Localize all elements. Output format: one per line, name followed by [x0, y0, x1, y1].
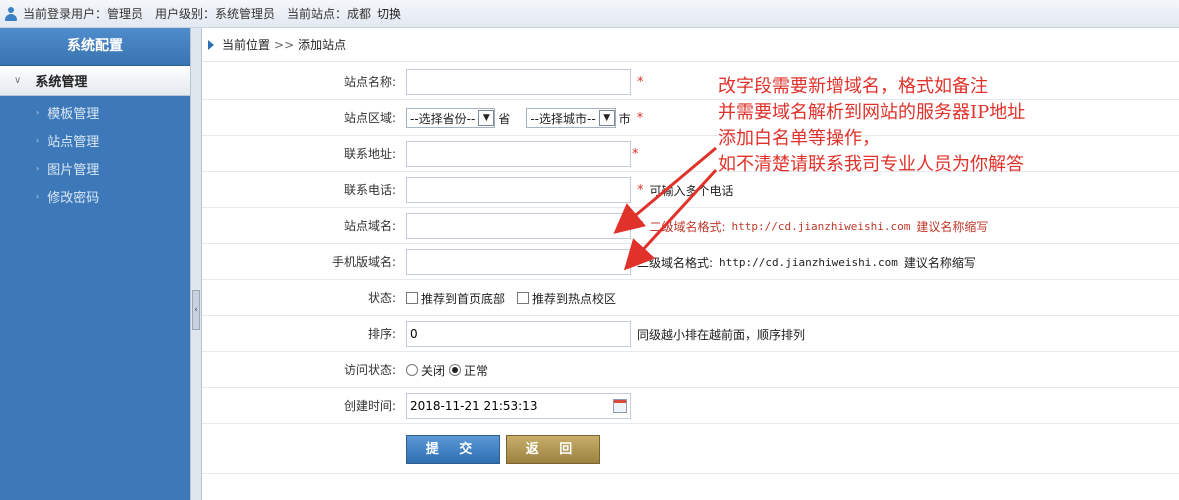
arrow-right-icon: ›: [36, 107, 40, 117]
row-mobile-domain: 手机版域名: 二级域名格式: http://cd.jianzhiweishi.c…: [202, 244, 1179, 280]
created-time-label: 创建时间:: [343, 399, 396, 413]
row-site-domain: 站点域名: * 二级域名格式: http://cd.jianzhiweishi.…: [202, 208, 1179, 244]
sidebar-group-label: 系统管理: [35, 75, 88, 90]
site-region-label: 站点区域:: [343, 111, 396, 125]
row-created-time: 创建时间:: [202, 388, 1179, 424]
annotation-line: 并需要域名解析到网站的服务器IP地址: [718, 102, 1026, 123]
city-select[interactable]: --选择城市-- ▼: [526, 108, 616, 128]
created-time-input[interactable]: [406, 393, 631, 419]
status-label: 状态:: [367, 291, 396, 305]
sidebar-item-password[interactable]: › 修改密码: [0, 182, 190, 210]
address-label: 联系地址:: [343, 147, 396, 161]
sidebar: 系统配置 ∨ 系统管理 › 模板管理 › 站点管理 › 图片管理 › 修改密码: [0, 28, 190, 500]
annotation-note: 改字段需要新增域名，格式如备注 并需要域名解析到网站的服务器IP地址 添加白名单…: [718, 74, 1025, 178]
radio-selected-dot: [452, 367, 459, 373]
province-select-value: --选择省份--: [410, 111, 476, 126]
mobile-domain-note-suffix: 建议名称缩写: [903, 255, 976, 270]
required-mark: *: [637, 74, 644, 90]
access-normal-radio[interactable]: [449, 364, 462, 376]
sidebar-item-images[interactable]: › 图片管理: [0, 154, 190, 182]
row-site-region: 站点区域: --选择省份-- ▼ 省 --选择城市-- ▼ 市 *: [202, 100, 1179, 136]
triangle-right-icon: [208, 39, 214, 50]
province-select[interactable]: --选择省份-- ▼: [406, 108, 496, 128]
site-domain-note-suffix: 建议名称缩写: [916, 219, 989, 234]
sidebar-item-label: 模板管理: [47, 106, 100, 122]
breadcrumb-separator: >>: [274, 37, 295, 52]
row-actions: 提 交 返 回: [202, 424, 1179, 474]
row-sort: 排序: 同级越小排在越前面，顺序排列: [202, 316, 1179, 352]
collapse-sidebar-icon[interactable]: ‹: [192, 290, 200, 330]
sidebar-item-sites[interactable]: › 站点管理: [0, 126, 190, 154]
site-name-input[interactable]: [406, 69, 631, 95]
user-level-text: 用户级别：系统管理员: [155, 7, 276, 21]
top-bar: 当前登录用户：管理员 用户级别：系统管理员 当前站点：成都 切换: [0, 0, 1179, 28]
recommend-hot-label[interactable]: 推荐到热点校区: [532, 290, 616, 307]
sidebar-item-label: 修改密码: [47, 190, 100, 206]
required-mark: *: [637, 182, 644, 198]
main-content: 当前位置 >> 添加站点 站点名称: * 站点区域: --选择省份-- ▼ 省 …: [202, 28, 1179, 500]
phone-input[interactable]: [406, 177, 631, 203]
required-mark: *: [637, 218, 644, 234]
back-button[interactable]: 返 回: [506, 434, 600, 464]
mobile-domain-note-url: http://cd.jianzhiweishi.com: [719, 255, 898, 269]
site-domain-note-url: http://cd.jianzhiweishi.com: [731, 219, 911, 233]
address-input[interactable]: [406, 141, 631, 167]
recommend-home-checkbox[interactable]: [406, 292, 418, 304]
annotation-line: 如不清楚请联系我司专业人员为你解答: [718, 154, 1024, 175]
city-unit: 市: [618, 111, 631, 126]
mobile-domain-note-prefix: 二级域名格式:: [637, 255, 714, 270]
recommend-home-label[interactable]: 推荐到首页底部: [421, 290, 505, 307]
site-domain-input[interactable]: [406, 213, 631, 239]
access-closed-radio[interactable]: [406, 364, 418, 376]
access-closed-label[interactable]: 关闭: [421, 362, 445, 379]
breadcrumb: 当前位置 >> 添加站点: [202, 28, 1179, 62]
switch-site-link[interactable]: 切换: [377, 5, 401, 22]
mobile-domain-label: 手机版域名:: [331, 255, 396, 269]
arrow-right-icon: ›: [36, 191, 40, 201]
chevron-down-icon: ▼: [598, 110, 615, 126]
access-normal-label[interactable]: 正常: [464, 362, 488, 379]
sort-note: 同级越小排在越前面，顺序排列: [637, 327, 806, 342]
annotation-line: 改字段需要新增域名，格式如备注: [718, 76, 988, 97]
sidebar-item-templates[interactable]: › 模板管理: [0, 98, 190, 126]
annotation-line: 添加白名单等操作，: [718, 128, 880, 149]
breadcrumb-current: 当前位置: [222, 38, 271, 52]
required-mark: *: [636, 110, 644, 126]
chevron-down-icon: ▼: [478, 110, 495, 126]
login-user-text: 当前登录用户：管理员: [23, 7, 144, 21]
submit-button[interactable]: 提 交: [406, 434, 500, 464]
site-domain-label: 站点域名:: [343, 219, 396, 233]
row-access-status: 访问状态: 关闭 正常: [202, 352, 1179, 388]
user-icon: [4, 6, 18, 21]
sort-input[interactable]: [406, 321, 631, 347]
phone-note: 可输入多个电话: [649, 183, 734, 198]
sidebar-splitter[interactable]: ‹: [190, 28, 202, 500]
arrow-right-icon: ›: [36, 135, 40, 145]
calendar-icon[interactable]: [613, 399, 627, 413]
site-domain-note-prefix: 二级域名格式:: [649, 219, 726, 234]
access-status-label: 访问状态:: [343, 363, 396, 377]
sidebar-item-label: 站点管理: [47, 134, 100, 150]
date-picker: [406, 393, 631, 419]
recommend-hot-checkbox[interactable]: [517, 292, 530, 304]
row-site-name: 站点名称: *: [202, 64, 1179, 100]
row-address: 联系地址: *: [202, 136, 1179, 172]
site-name-label: 站点名称:: [343, 75, 396, 89]
sidebar-item-label: 图片管理: [47, 162, 100, 178]
required-mark: *: [632, 146, 639, 162]
row-status: 状态: 推荐到首页底部 推荐到热点校区: [202, 280, 1179, 316]
province-unit: 省: [498, 111, 511, 126]
sort-label: 排序:: [367, 327, 396, 341]
sidebar-group-system[interactable]: ∨ 系统管理: [0, 66, 190, 96]
city-select-value: --选择城市--: [530, 111, 596, 126]
sidebar-title: 系统配置: [0, 28, 190, 66]
phone-label: 联系电话:: [343, 183, 396, 197]
chevron-down-icon: ∨: [14, 75, 22, 86]
arrow-right-icon: ›: [36, 163, 40, 173]
mobile-domain-input[interactable]: [406, 249, 631, 275]
row-phone: 联系电话: * 可输入多个电话: [202, 172, 1179, 208]
sidebar-menu: › 模板管理 › 站点管理 › 图片管理 › 修改密码: [0, 96, 190, 210]
current-site-text: 当前站点：成都: [287, 7, 372, 21]
breadcrumb-page: 添加站点: [298, 38, 347, 52]
